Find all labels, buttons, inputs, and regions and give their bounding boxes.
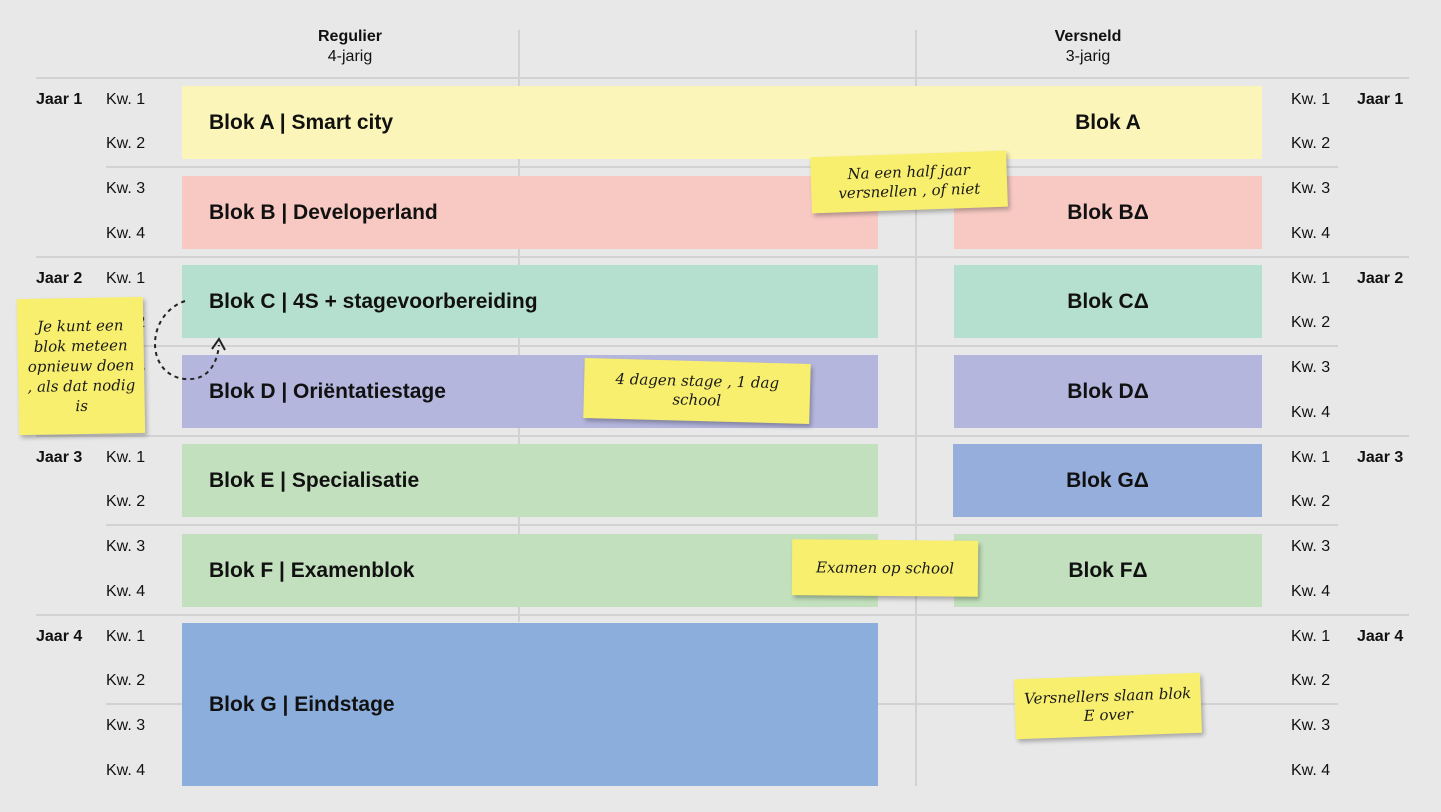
- quarter-label-right: Kw. 1: [1291, 628, 1331, 645]
- quarter-label-left: Kw. 1: [106, 628, 146, 645]
- year-label-right: Jaar 2: [1357, 270, 1404, 287]
- year-label-right: Jaar 3: [1357, 449, 1404, 466]
- grid-line-jaar-1: [36, 77, 1409, 79]
- column-header-regulier: Regulier 4-jarig: [250, 27, 450, 67]
- column-header-versneld: Versneld 3-jarig: [988, 27, 1188, 67]
- block-d-versneld: Blok DΔ: [954, 355, 1262, 428]
- quarter-label-left: Kw. 1: [106, 270, 146, 287]
- block-g-versneld: Blok GΔ: [953, 444, 1262, 517]
- sticky-note-half-jaar: Na een half jaar versnellen , of niet: [810, 150, 1008, 214]
- block-b-regulier: Blok B | Developerland: [182, 176, 878, 249]
- block-c-versneld: Blok CΔ: [954, 265, 1262, 338]
- quarter-label-left: Kw. 1: [106, 449, 146, 466]
- quarter-label-left: Kw. 3: [106, 180, 146, 197]
- sticky-note-versnellers: Versnellers slaan blok E over: [1014, 672, 1202, 740]
- block-f-versneld: Blok FΔ: [954, 534, 1262, 607]
- quarter-label-right: Kw. 4: [1291, 583, 1331, 600]
- quarter-label-left: Kw. 2: [106, 135, 146, 152]
- block-g-regulier: Blok G | Eindstage: [182, 623, 878, 786]
- block-e-regulier: Blok E | Specialisatie: [182, 444, 878, 517]
- quarter-label-right: Kw. 3: [1291, 180, 1331, 197]
- quarter-label-left: Kw. 2: [106, 493, 146, 510]
- quarter-label-right: Kw. 3: [1291, 359, 1331, 376]
- quarter-label-left: Kw. 1: [106, 91, 146, 108]
- column-subtitle-versneld: 3-jarig: [1065, 48, 1111, 65]
- quarter-label-left: Kw. 2: [106, 672, 146, 689]
- quarter-label-right: Kw. 3: [1291, 538, 1331, 555]
- quarter-label-right: Kw. 1: [1291, 270, 1331, 287]
- block-a-versneld-label: Blok A: [1075, 110, 1141, 134]
- year-label-left: Jaar 3: [36, 449, 83, 466]
- quarter-label-right: Kw. 2: [1291, 314, 1331, 331]
- quarter-label-right: Kw. 2: [1291, 493, 1331, 510]
- year-label-right: Jaar 4: [1357, 628, 1404, 645]
- quarter-label-right: Kw. 4: [1291, 225, 1331, 242]
- quarter-label-right: Kw. 4: [1291, 404, 1331, 421]
- quarter-label-left: Kw. 4: [106, 762, 146, 779]
- quarter-label-right: Kw. 2: [1291, 672, 1331, 689]
- column-title-versneld: Versneld: [1054, 28, 1122, 45]
- quarter-label-right: Kw. 1: [1291, 91, 1331, 108]
- sticky-note-stage: 4 dagen stage , 1 dag school: [583, 358, 811, 424]
- quarter-label-left: Kw. 3: [106, 538, 146, 555]
- quarter-label-right: Kw. 2: [1291, 135, 1331, 152]
- block-f-regulier: Blok F | Examenblok: [182, 534, 878, 607]
- grid-line-jaar-1-mid: [106, 166, 1338, 168]
- block-a-regulier-label: Blok A | Smart city: [209, 110, 394, 134]
- quarter-label-right: Kw. 4: [1291, 762, 1331, 779]
- grid-line-jaar-2: [36, 256, 1409, 258]
- column-title-regulier: Regulier: [317, 28, 382, 45]
- quarter-label-left: Kw. 4: [106, 583, 146, 600]
- column-subtitle-regulier: 4-jarig: [327, 48, 373, 65]
- block-c-regulier: Blok C | 4S + stagevoorbereiding: [182, 265, 878, 338]
- year-label-left: Jaar 4: [36, 628, 83, 645]
- year-label-left: Jaar 1: [36, 91, 83, 108]
- sticky-note-opnieuw: Je kunt een blok meteen opnieuw doen , a…: [16, 296, 146, 436]
- grid-line-jaar-4: [36, 614, 1409, 616]
- grid-line-jaar-3-mid: [106, 524, 1338, 526]
- sticky-note-examen: Examen op school: [791, 539, 979, 597]
- quarter-label-right: Kw. 1: [1291, 449, 1331, 466]
- repeat-arrow-icon: [154, 300, 226, 381]
- quarter-label-left: Kw. 4: [106, 225, 146, 242]
- grid-line-jaar-3: [36, 435, 1409, 437]
- grid-line-jaar-2-mid: [106, 345, 1338, 347]
- year-label-right: Jaar 1: [1357, 91, 1404, 108]
- quarter-label-right: Kw. 3: [1291, 717, 1331, 734]
- quarter-label-left: Kw. 3: [106, 717, 146, 734]
- year-label-left: Jaar 2: [36, 270, 83, 287]
